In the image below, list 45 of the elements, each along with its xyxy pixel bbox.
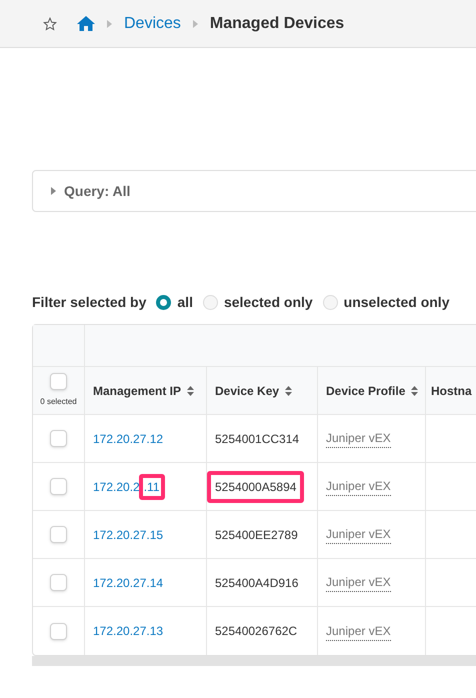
caret-icon	[51, 187, 56, 195]
profile-link[interactable]: Juniper vEX	[326, 573, 391, 592]
home-icon[interactable]	[77, 16, 95, 31]
caret-icon	[107, 20, 112, 28]
radio-button[interactable]	[156, 294, 172, 310]
highlight-marker: 5254000A5894	[207, 470, 304, 502]
sort-icon[interactable]	[187, 386, 194, 396]
ip-link[interactable]: 172.20.2	[93, 478, 140, 496]
column-header[interactable]: Device Key	[207, 367, 318, 414]
page-title: Managed Devices	[210, 14, 344, 34]
profile-link[interactable]: Juniper vEX	[326, 622, 391, 640]
checkbox[interactable]	[50, 373, 67, 390]
scrollbar-track[interactable]	[32, 656, 476, 666]
table-cell-text: 5254001CC314	[214, 430, 300, 448]
caret-icon	[192, 20, 198, 28]
profile-link[interactable]: Juniper vEX	[326, 477, 391, 496]
checkbox[interactable]	[50, 622, 67, 640]
radio-option[interactable]: all	[156, 292, 193, 312]
checkbox[interactable]	[50, 430, 67, 447]
column-header[interactable]: Management IP	[85, 367, 207, 414]
highlight-marker: .11	[138, 474, 165, 500]
ip-link[interactable]: 172.20.27.12	[93, 430, 164, 448]
table-cell-text: 525400EE2789	[214, 526, 299, 544]
radio-option[interactable]: selected only	[202, 292, 313, 312]
sort-icon[interactable]	[411, 386, 418, 396]
query-label: Query: All	[64, 182, 130, 201]
selected-count: 0 selected	[40, 396, 77, 408]
radio-option[interactable]: unselected only	[322, 292, 450, 312]
star-icon[interactable]	[43, 16, 57, 30]
column-header[interactable]: Hostna	[426, 367, 476, 414]
sort-icon[interactable]	[285, 386, 292, 396]
profile-link[interactable]: Juniper vEX	[326, 429, 391, 448]
profile-link[interactable]: Juniper vEX	[326, 525, 391, 544]
checkbox[interactable]	[50, 478, 67, 495]
checkbox[interactable]	[50, 526, 67, 543]
ip-link[interactable]: 172.20.27.14	[93, 574, 164, 592]
table-cell-text: 525400A4D916	[214, 574, 300, 592]
ip-link[interactable]: 172.20.27.13	[93, 622, 164, 640]
table-cell-text: 52540026762C	[214, 623, 298, 640]
checkbox[interactable]	[50, 574, 67, 591]
filter-label: Filter selected by	[32, 292, 146, 312]
query-panel[interactable]: Query: All	[32, 170, 476, 212]
breadcrumb-link[interactable]: Devices	[124, 12, 181, 36]
ip-link[interactable]: 172.20.27.15	[93, 526, 164, 544]
column-header[interactable]: Device Profile	[318, 367, 426, 414]
